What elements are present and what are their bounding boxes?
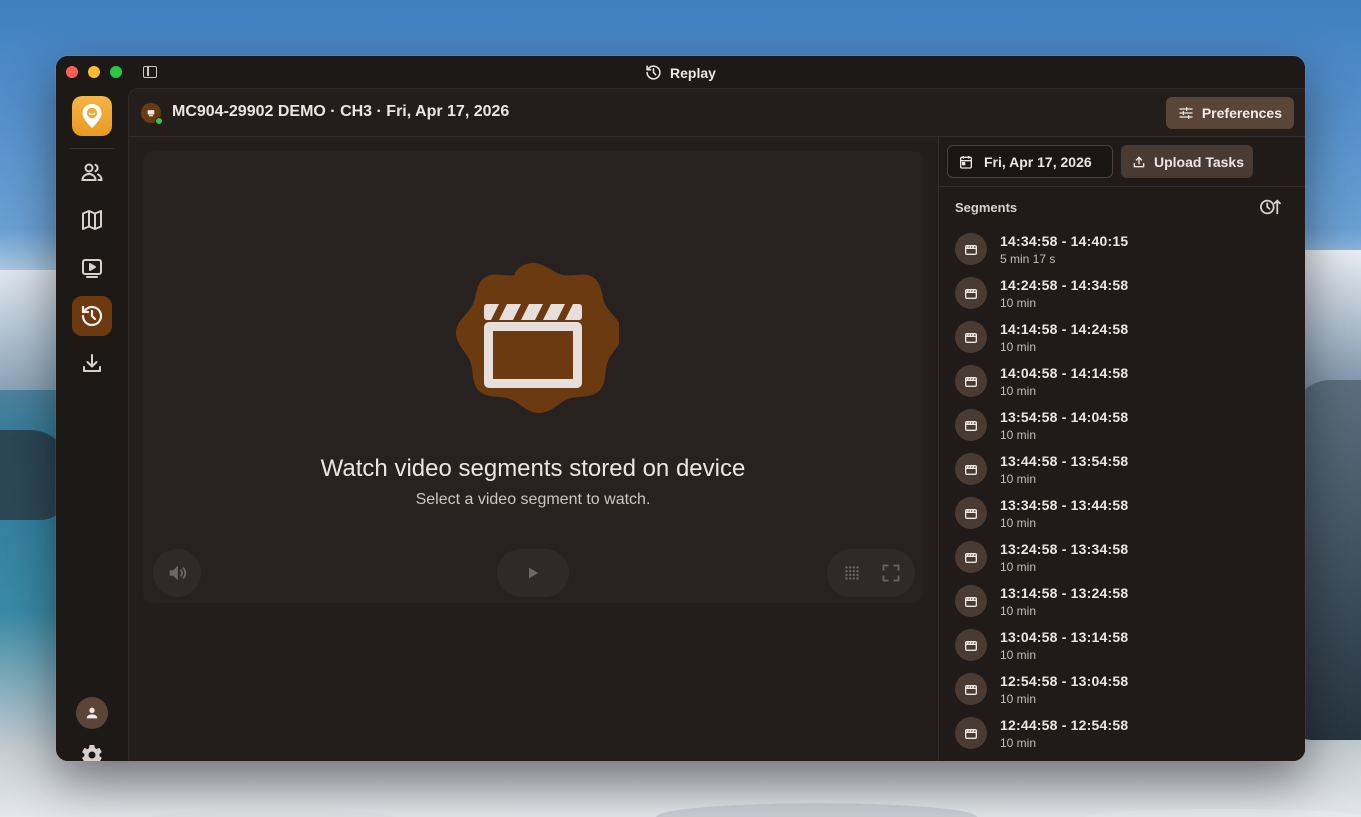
segment-time-range: 14:34:58 - 14:40:15 [1000,233,1129,249]
segment-time-range: 12:54:58 - 13:04:58 [1000,673,1129,689]
segment-item[interactable]: 14:04:58 - 14:14:58 10 min [955,361,1295,405]
nav-map-button[interactable] [72,200,112,240]
app-logo[interactable] [72,96,112,136]
segment-duration: 10 min [1000,648,1037,662]
segment-video-icon [955,321,987,353]
segment-time-range: 14:24:58 - 14:34:58 [1000,277,1129,293]
segment-time-range: 13:34:58 - 13:44:58 [1000,497,1129,513]
segment-time-range: 14:14:58 - 14:24:58 [1000,321,1129,337]
map-icon [82,210,102,230]
live-video-icon [82,259,102,278]
segment-video-icon [955,717,987,749]
account-avatar[interactable] [76,697,108,729]
segment-time-range: 13:24:58 - 13:34:58 [1000,541,1129,557]
segment-time-range: 14:04:58 - 14:14:58 [1000,365,1129,381]
play-icon [529,567,539,579]
download-icon [83,354,101,372]
rail-divider [70,148,114,149]
sort-time-icon[interactable] [1259,197,1281,217]
users-icon [81,163,103,181]
segment-duration: 10 min [1000,384,1037,398]
window-title: Replay [56,64,1305,81]
segment-item[interactable]: 12:44:58 - 12:54:58 10 min [955,713,1295,757]
page-title: MC904-29902 DEMO · CH3 · Fri, Apr 17, 20… [172,103,510,120]
play-button[interactable] [497,549,569,597]
empty-state-subtitle: Select a video segment to watch. [415,491,651,508]
segment-video-icon [955,585,987,617]
segment-time-range: 13:14:58 - 13:24:58 [1000,585,1129,601]
nav-rail [56,88,128,761]
segment-item[interactable]: 13:34:58 - 13:44:58 10 min [955,493,1295,537]
video-player: Watch video segments stored on device Se… [143,151,923,603]
segment-duration: 10 min [1000,560,1037,574]
segment-time-range: 13:44:58 - 13:54:58 [1000,453,1129,469]
segment-time-range: 13:54:58 - 14:04:58 [1000,409,1129,425]
segment-time-range: 13:04:58 - 13:14:58 [1000,629,1129,645]
segment-duration: 10 min [1000,736,1037,750]
segment-duration: 10 min [1000,340,1037,354]
page-header: MC904-29902 DEMO · CH3 · Fri, Apr 17, 20… [129,89,1305,137]
segment-video-icon [955,233,987,265]
segment-time-range: 12:44:58 - 12:54:58 [1000,717,1129,733]
segment-item[interactable]: 14:24:58 - 14:34:58 10 min [955,273,1295,317]
segments-list: 14:34:58 - 14:40:15 5 min 17 s 14:24:58 - … [939,229,1305,761]
nav-live-button[interactable] [72,248,112,288]
volume-button[interactable] [153,549,201,597]
title-bar: Replay [56,56,1305,88]
date-picker-button[interactable]: Fri, Apr 17, 2026 [947,145,1113,178]
empty-state-title: Watch video segments stored on device [320,455,746,482]
segments-panel: Fri, Apr 17, 2026 Upload Tasks Segments … [938,137,1305,761]
replay-history-icon [81,305,103,327]
volume-icon [169,565,187,581]
segment-item[interactable]: 13:14:58 - 13:24:58 10 min [955,581,1295,625]
segment-item[interactable]: 13:44:58 - 13:54:58 10 min [955,449,1295,493]
segment-item[interactable]: 14:14:58 - 14:24:58 10 min [955,317,1295,361]
segment-duration: 5 min 17 s [1000,252,1056,266]
history-icon [646,65,661,80]
app-window: Replay MC904-29902 DEMO · CH3 · Fri, Apr… [56,56,1305,761]
segment-video-icon [955,453,987,485]
segment-video-icon [955,277,987,309]
segment-item[interactable]: 13:04:58 - 13:14:58 10 min [955,625,1295,669]
calendar-icon [960,155,972,169]
segment-item[interactable]: 12:54:58 - 13:04:58 10 min [955,669,1295,713]
nav-replay-button[interactable] [72,296,112,336]
nav-downloads-button[interactable] [72,344,112,384]
dashcam-icon [147,110,155,117]
segment-video-icon [955,409,987,441]
segment-item[interactable]: 13:54:58 - 14:04:58 10 min [955,405,1295,449]
preferences-button[interactable]: Preferences [1165,97,1294,129]
segment-video-icon [955,673,987,705]
segment-duration: 10 min [1000,516,1037,530]
upload-tasks-button[interactable]: Upload Tasks [1121,145,1253,178]
video-clapper-icon [456,263,619,413]
person-icon [86,707,98,719]
segment-duration: 10 min [1000,296,1037,310]
dot-grid-icon[interactable] [841,562,863,584]
segment-video-icon [955,629,987,661]
segment-duration: 10 min [1000,428,1037,442]
segments-heading: Segments [955,200,1018,215]
online-status-dot [155,117,163,125]
segment-duration: 10 min [1000,692,1037,706]
segment-duration: 10 min [1000,604,1037,618]
settings-button[interactable] [72,737,112,761]
panel-divider [939,186,1305,187]
segment-video-icon [955,497,987,529]
nav-users-button[interactable] [72,152,112,192]
gear-icon [82,744,102,761]
segment-item[interactable]: 13:24:58 - 13:34:58 10 min [955,537,1295,581]
device-icon [141,103,163,125]
location-pin-logo-icon [82,104,102,128]
upload-icon [1133,156,1145,167]
segment-video-icon [955,365,987,397]
sliders-icon [1179,107,1193,119]
segment-duration: 10 min [1000,472,1037,486]
segment-video-icon [955,541,987,573]
fullscreen-icon[interactable] [881,563,901,583]
player-right-controls [827,549,915,597]
main-content: MC904-29902 DEMO · CH3 · Fri, Apr 17, 20… [128,88,1305,761]
segment-item[interactable]: 14:34:58 - 14:40:15 5 min 17 s [955,229,1295,273]
